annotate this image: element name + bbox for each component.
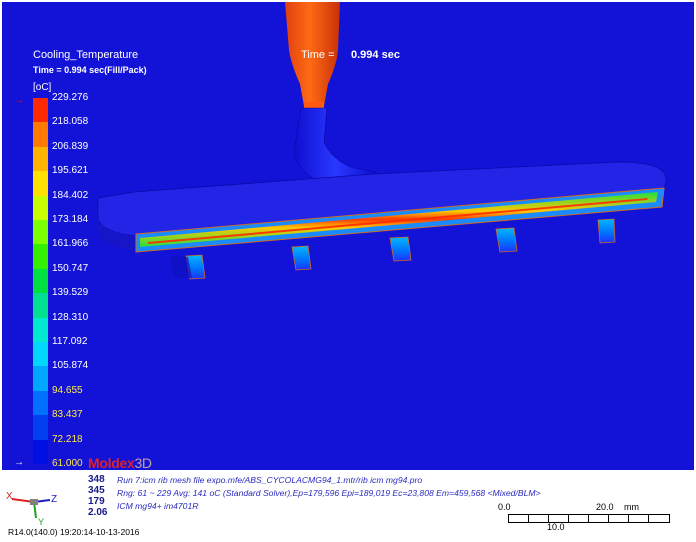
legend-color-band — [33, 390, 48, 416]
legend-color-band — [33, 171, 48, 197]
result-viewport[interactable]: Cooling_Temperature Time = 0.994 sec(Fil… — [2, 2, 694, 470]
legend-tick-label: 161.966 — [52, 238, 89, 250]
axis-triad-icon: X Y Z — [6, 491, 57, 526]
scale-bar — [508, 514, 670, 523]
legend-tick-label: 184.402 — [52, 189, 89, 201]
legend-color-band — [33, 220, 48, 245]
legend-tick-label: 105.874 — [52, 360, 89, 372]
scale-unit: mm — [624, 502, 639, 512]
runner — [293, 107, 377, 183]
brand-name: Moldex — [88, 455, 135, 471]
version-timestamp: R14.0(140.0) 19:20:14-10-13-2016 — [8, 527, 140, 537]
legend-max-arrow-icon: → — [14, 95, 24, 106]
scale-label-left: 0.0 — [498, 502, 511, 512]
legend-color-band — [33, 122, 48, 148]
brand-suffix: 3D — [134, 455, 152, 471]
mesh-count-2: 345 — [88, 485, 105, 496]
axis-z-label: Z — [51, 494, 57, 505]
mesh-count-4: 2.06 — [88, 507, 108, 518]
legend-tick-label: 139.529 — [52, 287, 89, 299]
legend-color-band — [33, 342, 48, 367]
run-info-line: Run 7:icm rib mesh file expo.mfe/ABS_CYC… — [117, 475, 423, 485]
scale-label-right: 20.0 — [596, 502, 614, 512]
scale-label-middle: 10.0 — [547, 522, 565, 532]
axis-y-label: Y — [38, 517, 44, 526]
result-title: Cooling_Temperature — [33, 49, 139, 61]
legend-color-band — [33, 415, 48, 441]
legend-color-band — [33, 293, 48, 319]
legend-colorbar[interactable] — [33, 98, 48, 465]
legend-tick-label: 72.218 — [52, 433, 83, 445]
legend-color-band — [33, 268, 48, 294]
legend-tick-label: 218.058 — [52, 116, 89, 128]
legend-tick-label: 117.092 — [52, 336, 88, 347]
machine-info-line: ICM mg94+ im4701R — [117, 501, 199, 511]
legend-color-band — [33, 195, 48, 221]
legend-color-band — [33, 146, 48, 172]
mesh-count-3: 179 — [88, 496, 105, 507]
legend-unit: [oC] — [33, 82, 52, 93]
legend-tick-label: 83.437 — [52, 409, 83, 421]
mesh-count-1: 348 — [88, 474, 105, 485]
legend-tick-label: 229.276 — [52, 92, 89, 103]
legend-min-arrow-icon: → — [14, 457, 24, 468]
legend-tick-label: 195.621 — [52, 165, 89, 177]
legend-tick-label: 61.000 — [52, 458, 83, 469]
legend-tick-label: 94.655 — [52, 384, 83, 396]
axis-x-label: X — [6, 491, 13, 502]
legend-color-band — [33, 439, 48, 465]
legend-tick-label: 173.184 — [52, 214, 89, 225]
legend-color-band — [33, 317, 48, 343]
result-subtitle: Time = 0.994 sec(Fill/Pack) — [33, 65, 147, 75]
legend-color-band — [33, 98, 48, 123]
brand-logo: Moldex3D — [88, 455, 152, 471]
legend-color-band — [33, 366, 48, 392]
time-value: 0.994 sec — [351, 49, 400, 61]
legend-tick-label: 150.747 — [52, 262, 89, 274]
legend-color-band — [33, 244, 48, 270]
legend-tick-label: 206.839 — [52, 140, 89, 152]
legend-tick-label: 128.310 — [52, 311, 89, 323]
range-info-line: Rng: 61 ~ 229 Avg: 141 oC (Standard Solv… — [117, 488, 541, 498]
time-label: Time = — [301, 49, 335, 61]
